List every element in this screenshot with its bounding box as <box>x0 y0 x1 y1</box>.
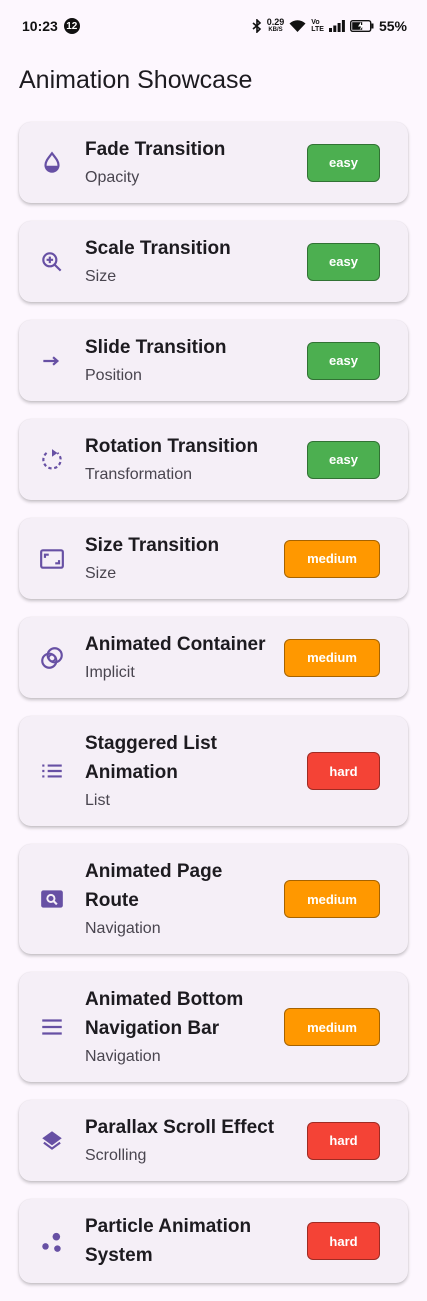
animation-card[interactable]: Staggered List Animation List hard <box>19 716 408 826</box>
layers-icon <box>19 1128 85 1154</box>
card-title: Rotation Transition <box>85 436 259 457</box>
animation-card[interactable]: Parallax Scroll Effect Scrolling hard <box>19 1100 408 1181</box>
net-speed-unit: KB/S <box>268 27 283 33</box>
card-title: Particle Animation System <box>85 1216 252 1266</box>
card-title: Animated Bottom Navigation Bar <box>85 989 244 1039</box>
card-text: Scale Transition Size <box>85 234 297 289</box>
volte-indicator: Vo LTE <box>311 19 324 33</box>
card-subtitle: Implicit <box>85 664 135 681</box>
status-time: 10:23 <box>22 18 58 34</box>
animation-card[interactable]: Slide Transition Position easy <box>19 320 408 401</box>
scatter-icon <box>19 1228 85 1254</box>
animation-card[interactable]: Rotation Transition Transformation easy <box>19 419 408 500</box>
card-text: Rotation Transition Transformation <box>85 432 297 487</box>
card-subtitle: Position <box>85 367 142 384</box>
status-bar: 10:23 12 0.29 KB/S Vo LTE 55% <box>0 0 427 52</box>
difficulty-badge: easy <box>307 440 380 479</box>
card-title: Animated Page Route <box>85 861 223 911</box>
status-left: 10:23 12 <box>22 18 80 34</box>
aspect-ratio-icon <box>19 546 85 572</box>
card-text: Slide Transition Position <box>85 333 297 388</box>
arrow-right-icon <box>19 348 85 374</box>
card-title: Parallax Scroll Effect <box>85 1117 275 1138</box>
difficulty-badge: medium <box>284 539 380 578</box>
difficulty-badge: easy <box>307 341 380 380</box>
animation-card[interactable]: Size Transition Size medium <box>19 518 408 599</box>
page-title: Animation Showcase <box>19 66 253 94</box>
difficulty-badge: medium <box>284 880 380 918</box>
card-title: Scale Transition <box>85 238 231 259</box>
animation-card[interactable]: Fade Transition Opacity easy <box>19 122 408 203</box>
card-subtitle: List <box>85 792 110 809</box>
card-text: Staggered List Animation List <box>85 729 297 813</box>
animation-card[interactable]: Animated Page Route Navigation medium <box>19 844 408 954</box>
card-subtitle: Transformation <box>85 466 192 483</box>
opacity-icon <box>19 150 85 176</box>
status-right: 0.29 KB/S Vo LTE 55% <box>252 18 407 34</box>
card-text: Animated Container Implicit <box>85 630 274 685</box>
bluetooth-icon <box>252 19 261 33</box>
zoom-in-icon <box>19 249 85 275</box>
difficulty-badge: easy <box>307 143 380 182</box>
animation-card[interactable]: Animated Container Implicit medium <box>19 617 408 698</box>
card-subtitle: Navigation <box>85 920 161 937</box>
card-subtitle: Opacity <box>85 169 140 186</box>
cell-signal-icon <box>328 20 345 32</box>
wifi-icon <box>289 19 306 32</box>
notification-count-badge: 12 <box>63 18 80 34</box>
animation-list: Fade Transition Opacity easy Scale Transiti… <box>19 122 408 1301</box>
card-title: Fade Transition <box>85 139 226 160</box>
card-title: Staggered List Animation <box>85 733 217 783</box>
battery-percent: 55% <box>378 18 407 34</box>
image-search-icon <box>19 886 85 912</box>
volte-top: Vo <box>311 19 320 26</box>
card-subtitle: Scrolling <box>85 1147 147 1164</box>
rotate-icon <box>19 447 85 473</box>
difficulty-badge: medium <box>284 638 380 677</box>
difficulty-badge: hard <box>307 752 380 790</box>
card-text: Animated Bottom Navigation Bar Navigation <box>85 985 274 1069</box>
animation-card[interactable]: Scale Transition Size easy <box>19 221 408 302</box>
difficulty-badge: medium <box>284 1008 380 1046</box>
card-text: Animated Page Route Navigation <box>85 857 274 941</box>
bubbles-icon <box>19 645 85 671</box>
card-title: Slide Transition <box>85 337 227 358</box>
card-text: Parallax Scroll Effect Scrolling <box>85 1113 297 1168</box>
card-title: Size Transition <box>85 535 220 556</box>
animation-card[interactable]: Particle Animation System hard <box>19 1199 408 1283</box>
card-subtitle: Size <box>85 565 117 582</box>
volte-bottom: LTE <box>311 26 324 33</box>
difficulty-badge: hard <box>307 1222 380 1260</box>
card-subtitle: Size <box>85 268 117 285</box>
battery-charging-icon <box>349 20 374 32</box>
card-title: Animated Container <box>85 634 266 655</box>
difficulty-badge: easy <box>307 242 380 281</box>
net-speed: 0.29 KB/S <box>267 18 285 34</box>
animation-card[interactable]: Animated Bottom Navigation Bar Navigation… <box>19 972 408 1082</box>
card-text: Fade Transition Opacity <box>85 135 297 190</box>
difficulty-badge: hard <box>307 1121 380 1160</box>
card-text: Size Transition Size <box>85 531 274 586</box>
list-icon <box>19 758 85 784</box>
card-text: Particle Animation System <box>85 1212 297 1270</box>
card-subtitle: Navigation <box>85 1048 161 1065</box>
net-speed-value: 0.29 <box>266 17 285 27</box>
menu-icon <box>19 1014 85 1040</box>
